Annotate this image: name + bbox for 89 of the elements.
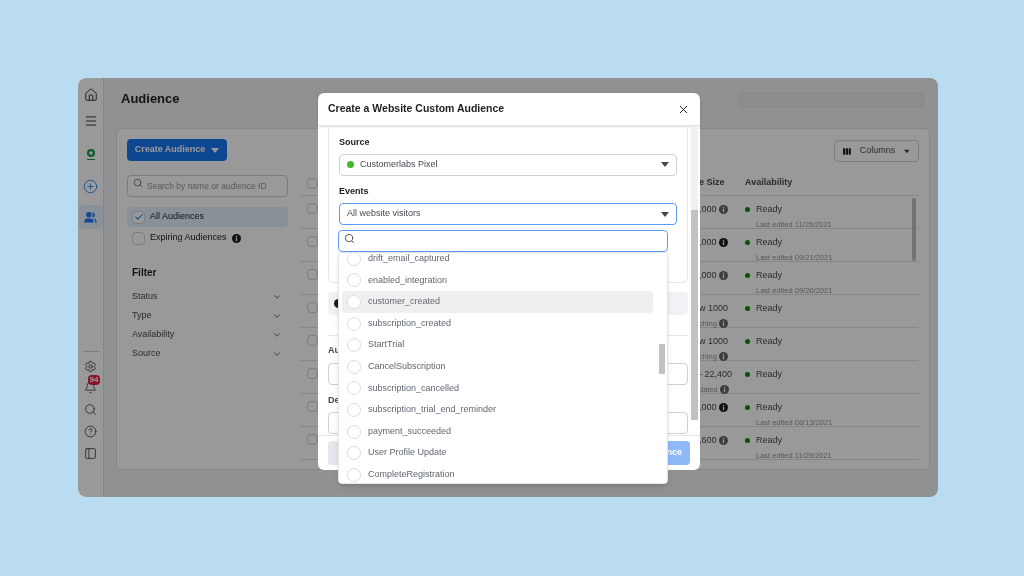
info-icon[interactable] — [718, 238, 728, 248]
checkbox[interactable] — [132, 210, 145, 224]
panel-icon[interactable] — [84, 447, 97, 460]
status-text: Ready — [756, 302, 782, 315]
size-cell-text: ,000 — [699, 269, 717, 282]
radio-button[interactable] — [347, 359, 361, 374]
info-icon[interactable] — [231, 233, 241, 243]
radio-button[interactable] — [347, 295, 361, 309]
logo-icon[interactable] — [85, 148, 96, 160]
size-cell-text: ,600 — [699, 434, 717, 447]
dropdown-search-field[interactable] — [338, 230, 668, 252]
columns-button[interactable]: Columns — [834, 140, 919, 162]
size-cell-text: ,000 — [699, 203, 717, 216]
radio-button[interactable] — [347, 381, 361, 396]
event-option[interactable]: subscription_trial_end_reminder — [342, 399, 653, 421]
notification-badge: 94 — [88, 375, 100, 385]
filter-item[interactable]: Availability — [127, 325, 282, 344]
caret-icon — [661, 211, 669, 217]
event-option[interactable]: subscription_cancelled — [342, 377, 653, 400]
events-select[interactable]: All website visitors — [339, 203, 677, 225]
event-option[interactable]: enabled_integration — [342, 269, 653, 292]
home-icon[interactable] — [83, 88, 98, 102]
filter-item[interactable]: Type — [127, 306, 282, 325]
status-text: Ready — [756, 335, 782, 348]
size-cell-text: - 22,400 — [699, 368, 733, 381]
audience-list-item[interactable]: Expiring Audiences — [127, 228, 288, 248]
caret-icon — [211, 147, 220, 153]
scrollbar[interactable] — [912, 198, 916, 261]
info-icon[interactable] — [718, 351, 728, 361]
search-field[interactable]: Search by name or audience ID — [127, 175, 288, 197]
event-option[interactable]: drift_email_captured — [342, 253, 653, 270]
column-header: Availability — [745, 176, 794, 190]
field-label: Source — [339, 136, 371, 149]
info-icon[interactable] — [718, 205, 728, 215]
radio-button[interactable] — [347, 402, 361, 417]
status-text: Ready — [756, 368, 782, 381]
radio-button[interactable] — [347, 424, 361, 439]
event-option[interactable]: CancelSubscription — [342, 355, 653, 378]
help-icon[interactable] — [84, 425, 97, 438]
status-text: Ready — [756, 203, 782, 216]
search-icon — [133, 178, 143, 188]
radio-button[interactable] — [347, 273, 361, 288]
status-text: Ready — [756, 434, 782, 447]
radio-button[interactable] — [347, 338, 361, 353]
info-icon[interactable] — [718, 436, 728, 446]
search-icon[interactable] — [84, 403, 97, 416]
size-cell-text: ,000 — [699, 401, 717, 414]
audiences-nav-item[interactable] — [78, 205, 103, 229]
event-option[interactable]: customer_created — [342, 291, 653, 313]
list-label: Expiring Audiences — [150, 231, 227, 245]
menu-icon[interactable] — [83, 114, 98, 128]
create-audience-button[interactable]: Create Audience — [127, 139, 227, 161]
filter-item[interactable]: Status — [127, 287, 282, 306]
info-icon[interactable] — [718, 318, 728, 328]
caret-icon — [661, 162, 669, 167]
status-text: Ready — [756, 401, 782, 414]
source-select[interactable]: Customerlabs Pixel — [339, 153, 677, 176]
people-icon — [84, 210, 97, 224]
info-icon[interactable] — [718, 403, 728, 413]
list-label: All Audiences — [150, 210, 205, 224]
field-label: Events — [339, 184, 370, 198]
filter-item[interactable]: Source — [127, 344, 282, 363]
status-text: Ready — [756, 236, 782, 249]
scrollbar[interactable] — [691, 126, 698, 420]
size-cell-text: ,000 — [699, 236, 717, 249]
event-option[interactable]: StartTrial — [342, 334, 653, 356]
status-text: Ready — [756, 269, 782, 282]
caret-icon — [904, 148, 910, 154]
radio-button[interactable] — [347, 467, 361, 482]
event-option[interactable]: CompleteRegistration — [342, 463, 653, 483]
audience-list-item[interactable]: All Audiences — [127, 207, 288, 227]
modal-title: Create a Website Custom Audience — [328, 101, 505, 117]
radio-button[interactable] — [347, 446, 361, 461]
event-option[interactable]: subscription_created — [342, 312, 653, 335]
info-icon[interactable] — [718, 271, 728, 281]
radio-button[interactable] — [347, 316, 361, 331]
info-icon[interactable] — [719, 384, 729, 394]
notifications-icon[interactable] — [84, 381, 97, 394]
search-icon — [344, 232, 355, 244]
radio-button[interactable] — [347, 253, 361, 266]
add-icon[interactable] — [83, 179, 98, 194]
check-icon — [133, 212, 144, 222]
filter-heading: Filter — [132, 266, 158, 280]
page-title: Audience — [121, 90, 180, 108]
settings-icon[interactable] — [84, 360, 97, 373]
event-option[interactable]: User Profile Update — [342, 442, 653, 464]
columns-icon — [843, 146, 851, 156]
checkbox[interactable] — [132, 231, 145, 245]
event-option[interactable]: payment_succeeded — [342, 420, 653, 443]
